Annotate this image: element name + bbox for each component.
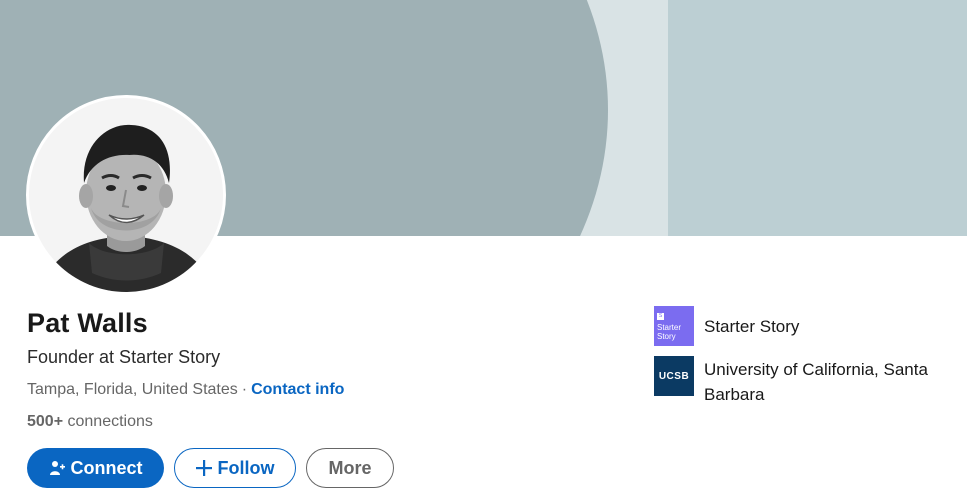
connections-link[interactable]: 500+ connections	[27, 413, 153, 431]
school-name: University of California, Santa Barbara	[704, 360, 928, 404]
connect-button[interactable]: Connect	[27, 448, 164, 488]
connections-label: connections	[67, 413, 153, 430]
starter-story-logo-line1: Starter	[657, 323, 682, 332]
contact-info-link[interactable]: Contact info	[251, 381, 344, 398]
connect-label: Connect	[70, 457, 143, 478]
education-school[interactable]: UCSB University of California, Santa Bar…	[654, 356, 954, 407]
starter-story-mark: S	[657, 313, 664, 320]
starter-story-logo-line2: Story	[657, 332, 676, 341]
avatar[interactable]	[26, 95, 226, 295]
location-line: Tampa, Florida, United States · Contact in…	[27, 381, 344, 399]
starter-story-logo: S Starter Story	[654, 306, 694, 346]
current-company[interactable]: S Starter Story Starter Story	[654, 306, 954, 346]
separator: ·	[241, 381, 248, 398]
profile-name: Pat Walls	[27, 308, 148, 338]
add-person-icon	[49, 460, 65, 476]
more-label: More	[328, 457, 372, 478]
company-name: Starter Story	[704, 317, 800, 336]
plus-icon	[195, 460, 212, 476]
connections-count: 500+	[27, 413, 64, 430]
avatar-photo	[29, 98, 223, 292]
follow-button[interactable]: Follow	[174, 448, 296, 488]
profile-headline: Founder at Starter Story	[27, 347, 221, 367]
more-button[interactable]: More	[306, 448, 394, 488]
ucsb-logo: UCSB	[654, 356, 694, 396]
profile-location: Tampa, Florida, United States	[27, 381, 238, 398]
follow-label: Follow	[217, 457, 275, 478]
